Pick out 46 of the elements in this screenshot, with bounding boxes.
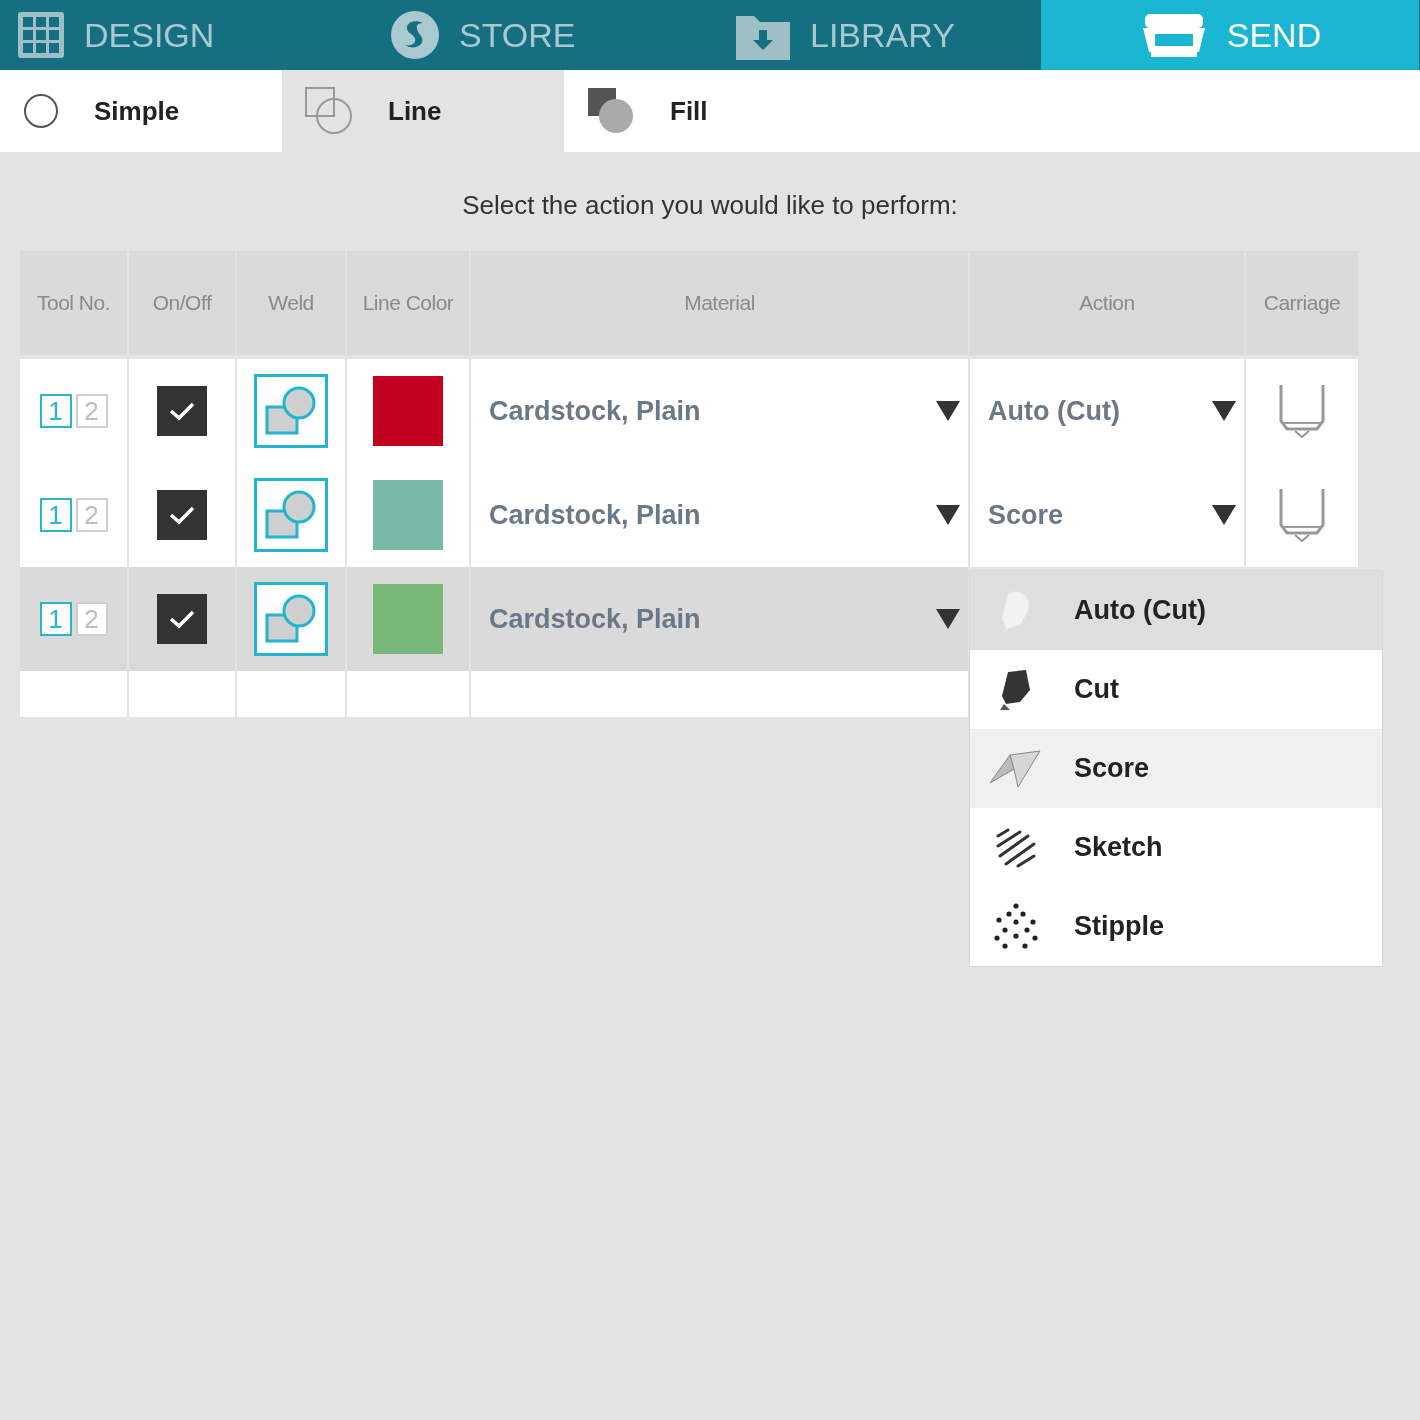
instruction-text: Select the action you would like to perform: (461, 190, 959, 221)
checkbox[interactable] (157, 386, 207, 436)
tool-number[interactable]: 1 (39, 602, 72, 636)
dropdown-caret-icon (1210, 503, 1238, 527)
column-header: Action (970, 251, 1244, 355)
mode-tab[interactable]: Line (282, 70, 564, 152)
column-header: Material (471, 251, 968, 355)
action-select[interactable]: Auto (Cut) (988, 395, 1120, 427)
column-header: Line Color (347, 251, 469, 355)
checkbox[interactable] (157, 490, 207, 540)
material-select[interactable]: Cardstock, Plain (489, 499, 701, 531)
checkbox[interactable] (157, 594, 207, 644)
column-header: Weld (237, 251, 345, 355)
material-select[interactable]: Cardstock, Plain (489, 395, 701, 427)
menu-item[interactable]: Sketch (970, 808, 1382, 887)
tool-number[interactable]: 1 (39, 394, 72, 428)
menu-item[interactable]: Auto (Cut) (970, 571, 1382, 650)
weld-toggle[interactable] (254, 582, 328, 656)
overlap-outline-icon (304, 86, 354, 136)
menu-item[interactable]: Cut (970, 650, 1382, 729)
nav-tab[interactable]: LIBRARY (694, 0, 1041, 70)
nav-tab[interactable]: STORE (347, 0, 694, 70)
tool-number[interactable]: 1 (39, 498, 72, 532)
color-swatch[interactable] (373, 376, 443, 446)
weld-toggle[interactable] (254, 478, 328, 552)
logo-icon (389, 9, 441, 61)
dropdown-caret-icon (1210, 399, 1238, 423)
nav-tab[interactable]: SEND (1041, 0, 1419, 70)
dots-icon (991, 901, 1041, 952)
menu-item[interactable]: Score (970, 729, 1382, 808)
color-swatch[interactable] (373, 584, 443, 654)
column-header: Carriage (1246, 251, 1358, 355)
dropdown-caret-icon (934, 503, 962, 527)
color-swatch[interactable] (373, 480, 443, 550)
dropdown-caret-icon (934, 607, 962, 631)
column-header: On/Off (129, 251, 235, 355)
action-select[interactable]: Score (988, 499, 1064, 531)
column-header: Tool No. (20, 251, 127, 355)
grid-icon (16, 10, 66, 60)
nav-tab[interactable]: DESIGN (0, 0, 347, 70)
weld-toggle[interactable] (254, 374, 328, 448)
dropdown-caret-icon (934, 399, 962, 423)
circle-icon (22, 92, 60, 130)
material-select[interactable]: Cardstock, Plain (489, 603, 701, 635)
menu-item[interactable]: Stipple (970, 887, 1382, 966)
overlap-filled-icon (586, 86, 636, 136)
